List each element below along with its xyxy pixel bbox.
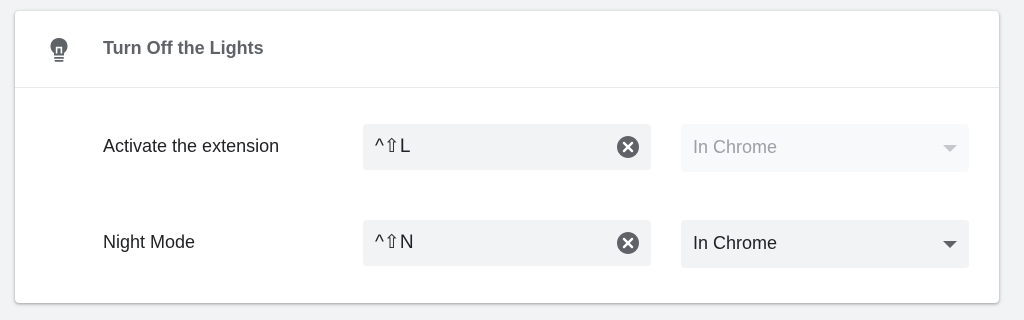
close-circle-icon[interactable] xyxy=(617,232,639,254)
scope-value: In Chrome xyxy=(693,137,778,157)
shortcut-value: ^⇧N xyxy=(375,232,414,253)
extension-shortcuts-card: Turn Off the Lights Activate the extensi… xyxy=(15,11,999,303)
shortcut-input[interactable]: ^⇧N xyxy=(363,220,651,266)
shortcut-value: ^⇧L xyxy=(375,136,411,157)
shortcut-input[interactable]: ^⇧L xyxy=(363,124,651,170)
scope-value: In Chrome xyxy=(693,233,778,253)
shortcut-row-activate: Activate the extension ^⇧L In Chrome xyxy=(15,124,999,172)
shortcut-row-night-mode: Night Mode ^⇧N In Chrome xyxy=(15,220,999,268)
close-circle-icon[interactable] xyxy=(617,136,639,158)
shortcut-label: Activate the extension xyxy=(103,136,280,156)
lightbulb-icon xyxy=(50,38,68,62)
chevron-down-icon xyxy=(943,145,957,152)
extension-name: Turn Off the Lights xyxy=(103,38,264,58)
shortcut-label: Night Mode xyxy=(103,232,196,252)
scope-select[interactable]: In Chrome xyxy=(681,220,969,268)
card-header: Turn Off the Lights xyxy=(15,11,999,88)
scope-select: In Chrome xyxy=(681,124,969,172)
chevron-down-icon xyxy=(943,241,957,248)
